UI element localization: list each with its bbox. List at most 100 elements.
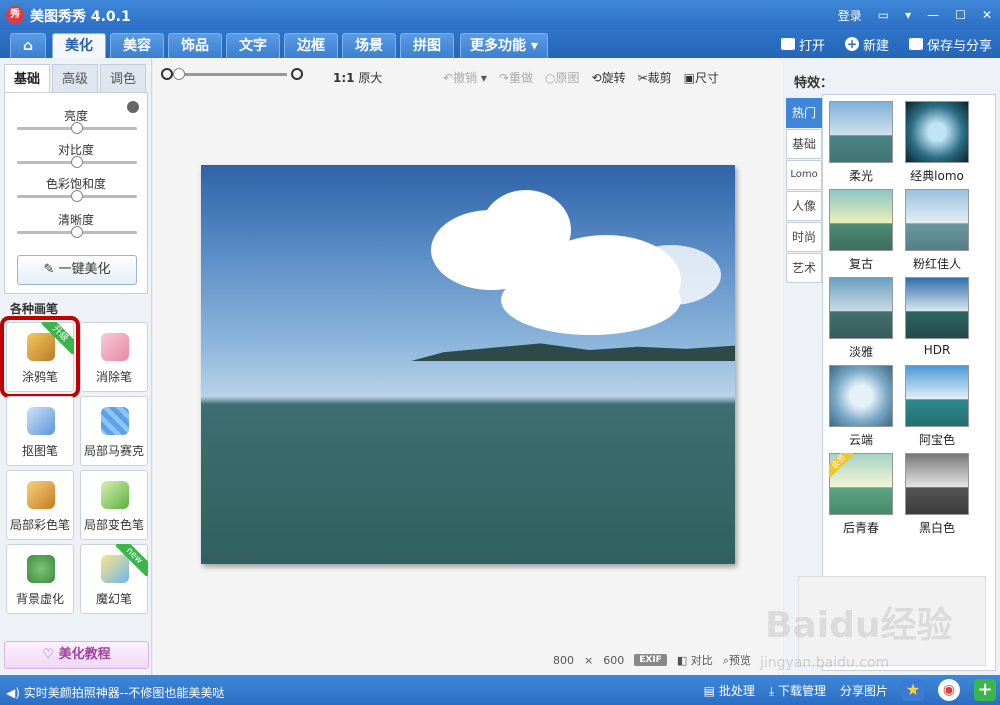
upgrade-ribbon: 升级 bbox=[42, 322, 74, 354]
crop-button[interactable]: ✂裁剪 bbox=[638, 69, 672, 86]
rotate-button[interactable]: ⟲旋转 bbox=[592, 69, 626, 86]
preview-button[interactable]: ⌕预览 bbox=[723, 652, 751, 668]
original-image-button[interactable]: ○原图 bbox=[545, 69, 580, 86]
effect-black-white[interactable]: 黑白色 bbox=[905, 453, 971, 535]
eraser-icon bbox=[101, 333, 129, 361]
undo-icon: ↶ bbox=[443, 71, 454, 85]
category-lomo[interactable]: Lomo bbox=[786, 160, 822, 190]
qzone-star-icon[interactable]: ★ bbox=[902, 679, 924, 701]
photo-canvas[interactable] bbox=[201, 165, 735, 564]
tab-beautify[interactable]: 美化 bbox=[52, 33, 106, 58]
zoom-out-icon[interactable] bbox=[161, 68, 173, 80]
add-icon[interactable]: + bbox=[974, 679, 996, 701]
compare-button[interactable]: ◧ 对比 bbox=[677, 652, 713, 668]
download-manager-button[interactable]: ⤓ 下载管理 bbox=[769, 682, 826, 699]
minimize-icon[interactable]: — bbox=[927, 8, 939, 22]
subtab-basic[interactable]: 基础 bbox=[4, 64, 50, 94]
brush-cutout[interactable]: 抠图笔 bbox=[6, 396, 74, 466]
category-art[interactable]: 艺术 bbox=[786, 253, 822, 283]
resize-button[interactable]: ▣尺寸 bbox=[684, 69, 719, 86]
tab-collage[interactable]: 拼图 bbox=[400, 33, 454, 58]
exif-button[interactable]: EXIF bbox=[634, 654, 667, 666]
effect-vintage[interactable]: 复古 bbox=[829, 189, 895, 271]
tab-face[interactable]: 美容 bbox=[110, 33, 164, 58]
tutorial-label: 美化教程 bbox=[58, 647, 111, 662]
brush-eraser-label: 消除笔 bbox=[95, 370, 132, 384]
feedback-icon[interactable]: ▭ bbox=[878, 8, 889, 22]
brush-mosaic[interactable]: 局部马赛克 bbox=[80, 396, 148, 466]
effect-classic-lomo[interactable]: 经典lomo bbox=[905, 101, 971, 183]
effect-pink-lady[interactable]: 粉红佳人 bbox=[905, 189, 971, 271]
undo-button[interactable]: ↶撤销 ▾ bbox=[443, 69, 487, 86]
tab-accessories[interactable]: 饰品 bbox=[168, 33, 222, 58]
sharpness-slider[interactable] bbox=[17, 226, 137, 238]
brush-blur-background[interactable]: 背景虚化 bbox=[6, 544, 74, 614]
brush-doodle[interactable]: 升级 涂鸦笔 bbox=[0, 316, 80, 398]
effects-title: 特效： bbox=[794, 76, 834, 91]
sharpness-knob[interactable] bbox=[71, 226, 83, 238]
undo-dropdown-icon[interactable]: ▾ bbox=[481, 71, 487, 85]
magic-icon: ✎ bbox=[43, 262, 55, 277]
brush-eraser[interactable]: 消除笔 bbox=[80, 322, 148, 392]
original-size-button[interactable]: 1:1 原大 bbox=[333, 69, 382, 86]
contrast-knob[interactable] bbox=[71, 156, 83, 168]
preview-label: 预览 bbox=[728, 654, 751, 667]
app-window: 秀 美图秀秀 4.0.1 登录 ▭ ▾ — ☐ ✕ ⌂ 美化 美容 饰品 文字 … bbox=[0, 0, 1000, 705]
baidu-watermark: Baidu经验 bbox=[765, 605, 953, 646]
save-share-button[interactable]: 保存与分享 bbox=[908, 35, 992, 54]
original-icon: ○ bbox=[545, 71, 556, 85]
brightness-slider[interactable] bbox=[17, 122, 137, 134]
tab-text[interactable]: 文字 bbox=[226, 33, 280, 58]
tab-more[interactable]: 更多功能 ▾ bbox=[460, 33, 548, 58]
effect-abao[interactable]: 阿宝色 bbox=[905, 365, 971, 447]
open-button[interactable]: 打开 bbox=[780, 35, 825, 54]
brightness-knob[interactable] bbox=[71, 122, 83, 134]
category-basic[interactable]: 基础 bbox=[786, 129, 822, 159]
maximize-icon[interactable]: ☐ bbox=[955, 8, 966, 22]
weibo-icon[interactable]: ◉ bbox=[938, 679, 960, 701]
share-picture-button[interactable]: 分享图片 bbox=[840, 682, 888, 699]
edit-toolbar: 1:1 原大 ↶撤销 ▾ ↷重做 ○原图 ⟲旋转 ✂裁剪 ▣尺寸 bbox=[153, 64, 783, 88]
original-image-label: 原图 bbox=[555, 71, 580, 85]
category-portrait[interactable]: 人像 bbox=[786, 191, 822, 221]
redo-button[interactable]: ↷重做 bbox=[499, 69, 533, 86]
saturation-slider[interactable] bbox=[17, 190, 137, 202]
new-label: 新建 bbox=[862, 38, 889, 54]
effect-hdr[interactable]: HDR bbox=[905, 277, 971, 357]
menu-icon[interactable]: ▾ bbox=[905, 8, 911, 22]
speaker-icon: ◀) bbox=[6, 686, 20, 700]
brush-blur-label: 背景虚化 bbox=[15, 592, 64, 606]
one-click-beautify-button[interactable]: ✎ 一键美化 bbox=[17, 255, 137, 285]
zoom-knob[interactable] bbox=[173, 67, 185, 80]
login-link[interactable]: 登录 bbox=[838, 7, 862, 24]
close-icon[interactable]: ✕ bbox=[982, 8, 992, 22]
beautify-tutorial-button[interactable]: ♡ 美化教程 bbox=[4, 641, 149, 669]
new-button[interactable]: + 新建 bbox=[844, 35, 889, 54]
tab-more-label: 更多功能 bbox=[470, 38, 527, 54]
effect-thumbnail bbox=[905, 453, 969, 515]
promo-link[interactable]: ◀) 实时美颜拍照神器--不修图也能美美哒 bbox=[6, 684, 224, 701]
saturation-knob[interactable] bbox=[71, 190, 83, 202]
tab-scene[interactable]: 场景 bbox=[342, 33, 396, 58]
effect-cloud[interactable]: 云端 bbox=[829, 365, 895, 447]
brush-magic[interactable]: new 魔幻笔 bbox=[80, 544, 148, 614]
category-fashion[interactable]: 时尚 bbox=[786, 222, 822, 252]
tab-frame[interactable]: 边框 bbox=[284, 33, 338, 58]
effect-soft-light[interactable]: 柔光 bbox=[829, 101, 895, 183]
subtab-advanced[interactable]: 高级 bbox=[52, 64, 98, 94]
effect-label: 淡雅 bbox=[848, 345, 873, 359]
brush-recolor[interactable]: 局部变色笔 bbox=[80, 470, 148, 540]
times-sign: × bbox=[584, 653, 594, 667]
effect-elegant[interactable]: 淡雅 bbox=[829, 277, 895, 359]
effect-youth[interactable]: 会员 后青春 bbox=[829, 453, 895, 535]
zoom-in-icon[interactable] bbox=[291, 68, 303, 80]
contrast-slider[interactable] bbox=[17, 156, 137, 168]
subtab-color[interactable]: 调色 bbox=[100, 64, 146, 94]
brush-local-color[interactable]: 局部彩色笔 bbox=[6, 470, 74, 540]
zoom-slider[interactable] bbox=[173, 67, 287, 80]
category-hot[interactable]: 热门 bbox=[786, 98, 822, 128]
batch-icon: ▤ bbox=[703, 683, 715, 698]
brush-magic-label: 魔幻笔 bbox=[95, 592, 132, 606]
home-tab[interactable]: ⌂ bbox=[10, 33, 46, 58]
batch-button[interactable]: ▤ 批处理 bbox=[704, 682, 755, 699]
